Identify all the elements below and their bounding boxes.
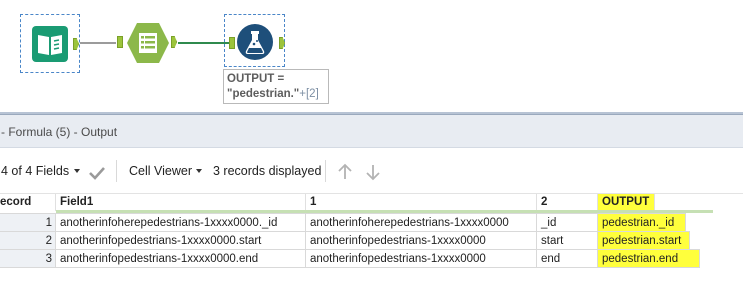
cell-field1[interactable]: anotherinfopedestrians-1xxxx0000.end bbox=[56, 249, 306, 268]
fields-dropdown[interactable]: 4 of 4 Fields bbox=[1, 164, 69, 178]
cell-2[interactable]: start bbox=[537, 231, 598, 250]
workflow-canvas[interactable]: OUTPUT = "pedestrian."+[2] bbox=[0, 0, 743, 112]
formula-input-anchor[interactable] bbox=[229, 37, 235, 49]
cell-1[interactable]: anotherinfopedestrians-1xxxx0000 bbox=[306, 231, 537, 250]
cell-2[interactable]: end bbox=[537, 249, 598, 268]
checkmark-icon[interactable] bbox=[88, 166, 106, 180]
select-list-icon[interactable] bbox=[126, 22, 170, 64]
select-input-anchor[interactable] bbox=[117, 36, 123, 48]
column-header-1[interactable]: 1 bbox=[306, 194, 537, 211]
column-header-2[interactable]: 2 bbox=[537, 194, 598, 211]
cell-1[interactable]: anotherinfopedestrians-1xxxx0000 bbox=[306, 249, 537, 268]
table-row[interactable]: 1 anotherinfoherepedestrians-1xxxx0000._… bbox=[0, 213, 743, 232]
arrow-down-icon[interactable] bbox=[365, 163, 381, 181]
cell-1[interactable]: anotherinfoherepedestrians-1xxxx0000 bbox=[306, 213, 537, 232]
chevron-down-icon[interactable] bbox=[196, 169, 202, 173]
table-row[interactable]: 3 anotherinfopedestrians-1xxxx0000.end a… bbox=[0, 249, 743, 268]
table-row[interactable]: 2 anotherinfopedestrians-1xxxx0000.start… bbox=[0, 231, 743, 250]
cell-field1[interactable]: anotherinfoherepedestrians-1xxxx0000._id bbox=[56, 213, 306, 232]
column-header-record[interactable]: ecord bbox=[0, 194, 56, 211]
record-number: 1 bbox=[0, 213, 56, 232]
connection-line-active[interactable] bbox=[178, 42, 229, 44]
cell-viewer-dropdown[interactable]: Cell Viewer bbox=[129, 164, 192, 178]
cell-output[interactable]: pedestrian._id bbox=[598, 213, 686, 232]
formula-output-anchor[interactable] bbox=[279, 37, 285, 49]
annotation-line-2: "pedestrian." bbox=[227, 88, 300, 100]
connection-line[interactable] bbox=[80, 42, 116, 44]
record-number: 2 bbox=[0, 231, 56, 250]
column-header-output[interactable]: OUTPUT bbox=[598, 194, 655, 211]
flask-icon bbox=[237, 24, 273, 60]
annotation-line-1: OUTPUT = bbox=[227, 73, 285, 85]
select-output-anchor[interactable] bbox=[171, 36, 177, 48]
input-output-anchor[interactable] bbox=[73, 38, 79, 50]
input-tool-selection[interactable] bbox=[20, 14, 80, 73]
cell-output[interactable]: pedestrian.start bbox=[598, 231, 690, 250]
chevron-down-icon[interactable] bbox=[74, 169, 80, 173]
book-icon bbox=[32, 26, 68, 62]
cell-output[interactable]: pedestrian.end bbox=[598, 249, 700, 268]
formula-tool-selection[interactable] bbox=[224, 14, 285, 67]
record-number: 3 bbox=[0, 249, 56, 268]
records-count: 3 records displayed bbox=[213, 164, 322, 178]
annotation-suffix: +[2] bbox=[299, 88, 319, 100]
grid-header-row: ecord Field1 1 2 OUTPUT bbox=[0, 193, 743, 211]
toolbar-separator bbox=[325, 160, 326, 182]
results-toolbar: 4 of 4 Fields Cell Viewer 3 records disp… bbox=[0, 148, 743, 192]
cell-2[interactable]: _id bbox=[537, 213, 598, 232]
column-header-field1[interactable]: Field1 bbox=[56, 194, 306, 211]
results-title-bar: - Formula (5) - Output bbox=[0, 115, 743, 148]
toolbar-separator bbox=[116, 160, 117, 182]
arrow-up-icon[interactable] bbox=[337, 163, 353, 181]
cell-field1[interactable]: anotherinfopedestrians-1xxxx0000.start bbox=[56, 231, 306, 250]
formula-annotation: OUTPUT = "pedestrian."+[2] bbox=[223, 69, 329, 104]
results-title: - Formula (5) - Output bbox=[1, 125, 118, 139]
